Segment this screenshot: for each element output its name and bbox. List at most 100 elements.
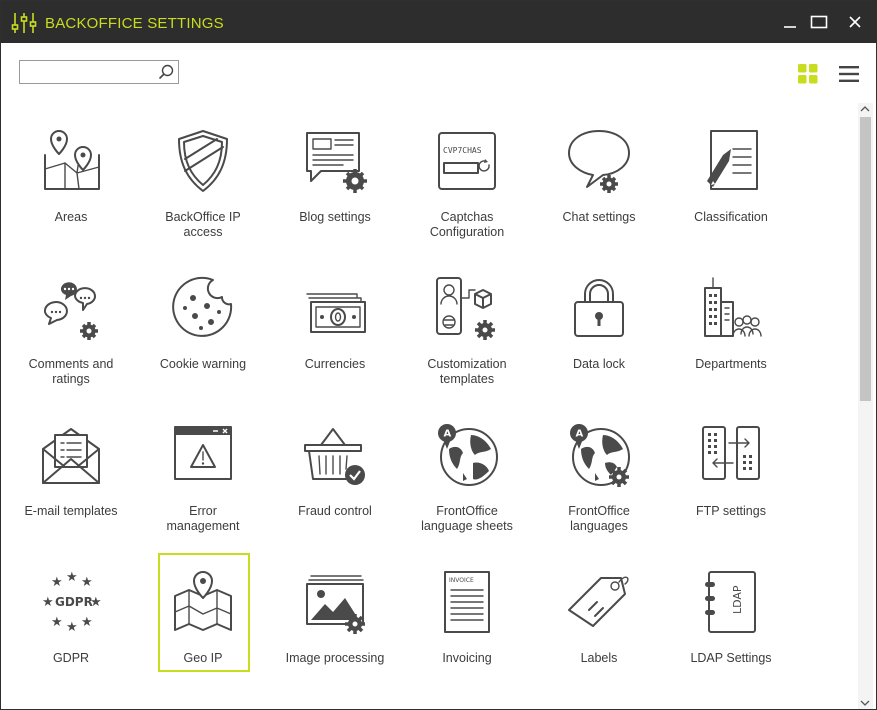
tile-label: Blog settings (299, 210, 371, 224)
setting-tile-currencies[interactable]: Currencies (269, 270, 401, 416)
hamburger-menu-icon[interactable] (839, 65, 859, 83)
search-box[interactable] (19, 60, 179, 84)
gdpr-stars-icon: ★★ ★ ★ ★ ★ ★★ GDPR (42, 570, 102, 634)
classification-icon (707, 130, 758, 190)
minimize-button[interactable] (781, 13, 799, 31)
svg-text:GDPR: GDPR (55, 595, 93, 609)
setting-tile-fraud-control[interactable]: Fraud control (269, 417, 401, 563)
maximize-button[interactable] (810, 13, 828, 31)
window-title: BACKOFFICE SETTINGS (45, 15, 224, 32)
image-settings-icon (306, 575, 365, 634)
tile-label: E-mail templates (24, 504, 118, 518)
svg-text:LDAP: LDAP (731, 585, 744, 614)
tile-label: FrontOffice language sheets (421, 504, 513, 533)
setting-tile-email-templates[interactable]: E-mail templates (5, 417, 137, 563)
captcha-icon: CVP7CHAS (438, 132, 496, 190)
setting-tile-chat-settings[interactable]: Chat settings (533, 123, 665, 269)
scrollbar-thumb[interactable] (860, 117, 871, 401)
ftp-transfer-icon (702, 426, 760, 480)
tile-label: Fraud control (298, 504, 372, 518)
svg-text:CVP7CHAS: CVP7CHAS (443, 146, 482, 155)
setting-tile-frontoffice-language-sheets[interactable]: A FrontOffice language sheets (401, 417, 533, 563)
setting-tile-frontoffice-languages[interactable]: A FrontOffice languages (533, 417, 665, 563)
ldap-book-icon: LDAP (705, 571, 756, 633)
shield-icon (178, 130, 228, 192)
svg-text:★: ★ (42, 595, 54, 610)
setting-tile-cookie-warning[interactable]: Cookie warning (137, 270, 269, 416)
search-input[interactable] (22, 63, 158, 79)
tile-label: Currencies (304, 357, 366, 371)
cookie-icon (172, 276, 233, 337)
setting-tile-invoicing[interactable]: INVOICE Invoicing (401, 564, 533, 710)
svg-text:★: ★ (51, 615, 63, 630)
setting-tile-geo-ip[interactable]: Geo IP (137, 553, 269, 699)
tile-label: Departments (695, 357, 767, 371)
search-icon[interactable] (157, 63, 175, 81)
buildings-icon (704, 277, 762, 337)
tile-label: FrontOffice languages (568, 504, 630, 533)
setting-tile-labels[interactable]: Labels (533, 564, 665, 710)
geo-map-icon (174, 571, 232, 631)
setting-tile-classification[interactable]: Classification (665, 123, 797, 269)
svg-text:★: ★ (66, 570, 78, 585)
scroll-down-arrow-icon[interactable] (860, 699, 870, 707)
settings-content: Areas BackOffice IP access Blog settings (1, 43, 876, 709)
tile-label: Invoicing (442, 651, 492, 665)
setting-tile-error-management[interactable]: Error management (137, 417, 269, 563)
banknotes-icon (306, 293, 366, 333)
email-icon (42, 428, 100, 484)
tile-label: Captchas Configuration (429, 210, 505, 239)
svg-text:★: ★ (66, 620, 78, 634)
setting-tile-backoffice-ip-access[interactable]: BackOffice IP access (137, 123, 269, 269)
tile-label: Error management (166, 504, 240, 533)
basket-check-icon (304, 428, 365, 485)
title-bar[interactable]: BACKOFFICE SETTINGS (1, 1, 876, 43)
svg-text:INVOICE: INVOICE (449, 577, 474, 584)
tile-label: GDPR (52, 651, 90, 665)
setting-tile-ftp-settings[interactable]: FTP settings (665, 417, 797, 563)
map-pins-icon (44, 130, 100, 190)
svg-text:A: A (576, 429, 584, 440)
close-button[interactable] (846, 13, 864, 31)
vertical-scrollbar[interactable] (858, 103, 873, 709)
setting-tile-data-lock[interactable]: Data lock (533, 270, 665, 416)
grid-view-icon[interactable] (798, 64, 818, 84)
setting-tile-blog-settings[interactable]: Blog settings (269, 123, 401, 269)
tile-label: Data lock (572, 357, 626, 371)
svg-text:★: ★ (51, 575, 63, 590)
comments-icon (43, 282, 98, 340)
error-window-icon (174, 426, 232, 480)
invoice-icon: INVOICE (444, 571, 490, 633)
setting-tile-areas[interactable]: Areas (5, 123, 137, 269)
tile-label: Customization templates (427, 357, 507, 386)
scroll-up-arrow-icon[interactable] (860, 105, 870, 113)
tile-label: Classification (694, 210, 768, 224)
tag-icon (568, 576, 629, 627)
settings-window: BACKOFFICE SETTINGS Areas BackOffice IP … (0, 0, 877, 710)
setting-tile-departments[interactable]: Departments (665, 270, 797, 416)
globe-settings-icon: A (570, 424, 630, 487)
tile-label: Cookie warning (159, 357, 247, 371)
setting-tile-comments-and-ratings[interactable]: Comments and ratings (5, 270, 137, 416)
tile-label: LDAP Settings (690, 651, 772, 665)
customization-icon (436, 277, 495, 340)
chat-settings-icon (568, 130, 630, 193)
tile-label: Image processing (285, 651, 385, 665)
tile-label: Geo IP (183, 651, 223, 665)
svg-text:★: ★ (81, 575, 93, 590)
svg-text:A: A (444, 429, 452, 440)
globe-language-icon: A (438, 424, 498, 486)
setting-tile-customization-templates[interactable]: Customization templates (401, 270, 533, 416)
setting-tile-captchas-configuration[interactable]: CVP7CHAS Captchas Configuration (401, 123, 533, 269)
setting-tile-ldap-settings[interactable]: LDAP LDAP Settings (665, 564, 797, 710)
setting-tile-gdpr[interactable]: ★ ★ ★ ★ ★ ★ ★ ★ GDPR GDPR (5, 564, 137, 710)
svg-text:★: ★ (81, 615, 93, 630)
setting-tile-image-processing[interactable]: Image processing (269, 564, 401, 710)
tile-label: Comments and ratings (28, 357, 114, 386)
blog-settings-icon (306, 132, 367, 193)
tile-label: Areas (54, 210, 88, 224)
tile-label: BackOffice IP access (165, 210, 241, 239)
sliders-app-icon (11, 13, 37, 33)
tile-label: Chat settings (562, 210, 636, 224)
tile-label: FTP settings (696, 504, 766, 518)
